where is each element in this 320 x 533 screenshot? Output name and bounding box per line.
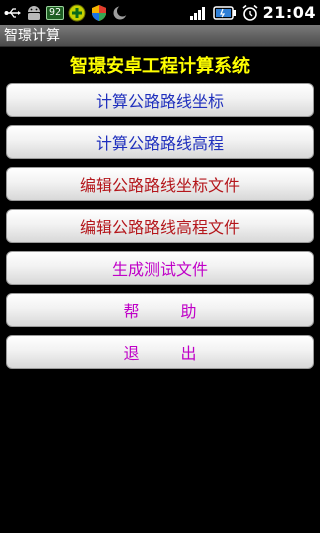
usb-icon bbox=[4, 6, 22, 20]
edit-elevation-file-label: 编辑公路路线高程文件 bbox=[79, 218, 240, 237]
signal-icon bbox=[189, 5, 209, 21]
status-left: 92 bbox=[0, 0, 129, 25]
page-title: 智璟安卓工程计算系统 bbox=[70, 56, 250, 77]
battery-badge: 92 bbox=[46, 5, 65, 20]
calc-route-elevation-label: 计算公路路线高程 bbox=[95, 134, 224, 153]
status-bar: 92 21:04 bbox=[0, 0, 320, 25]
help-label: 帮 助 bbox=[123, 302, 215, 321]
moon-icon bbox=[112, 5, 129, 21]
calc-route-elevation-button[interactable]: 计算公路路线高程 bbox=[6, 125, 314, 159]
alarm-clock-icon bbox=[241, 4, 259, 22]
edit-elevation-file-button[interactable]: 编辑公路路线高程文件 bbox=[6, 209, 314, 243]
generate-test-file-label: 生成测试文件 bbox=[111, 260, 208, 279]
calc-route-coordinates-label: 计算公路路线坐标 bbox=[95, 92, 224, 111]
plus-shield-icon bbox=[68, 4, 86, 22]
android-icon bbox=[26, 4, 42, 22]
exit-button[interactable]: 退 出 bbox=[6, 335, 314, 369]
exit-label: 退 出 bbox=[123, 344, 215, 363]
generate-test-file-button[interactable]: 生成测试文件 bbox=[6, 251, 314, 285]
status-time: 21:04 bbox=[262, 3, 316, 22]
battery-icon bbox=[212, 5, 237, 21]
security-shield-icon bbox=[90, 4, 108, 22]
main-menu: 计算公路路线坐标 计算公路路线高程 编辑公路路线坐标文件 编辑公路路线高程文件 … bbox=[6, 83, 314, 377]
help-button[interactable]: 帮 助 bbox=[6, 293, 314, 327]
edit-coordinate-file-label: 编辑公路路线坐标文件 bbox=[79, 176, 240, 195]
calc-route-coordinates-button[interactable]: 计算公路路线坐标 bbox=[6, 83, 314, 117]
status-right: 21:04 bbox=[189, 0, 320, 25]
window-title: 智璟计算 bbox=[0, 25, 320, 47]
edit-coordinate-file-button[interactable]: 编辑公路路线坐标文件 bbox=[6, 167, 314, 201]
